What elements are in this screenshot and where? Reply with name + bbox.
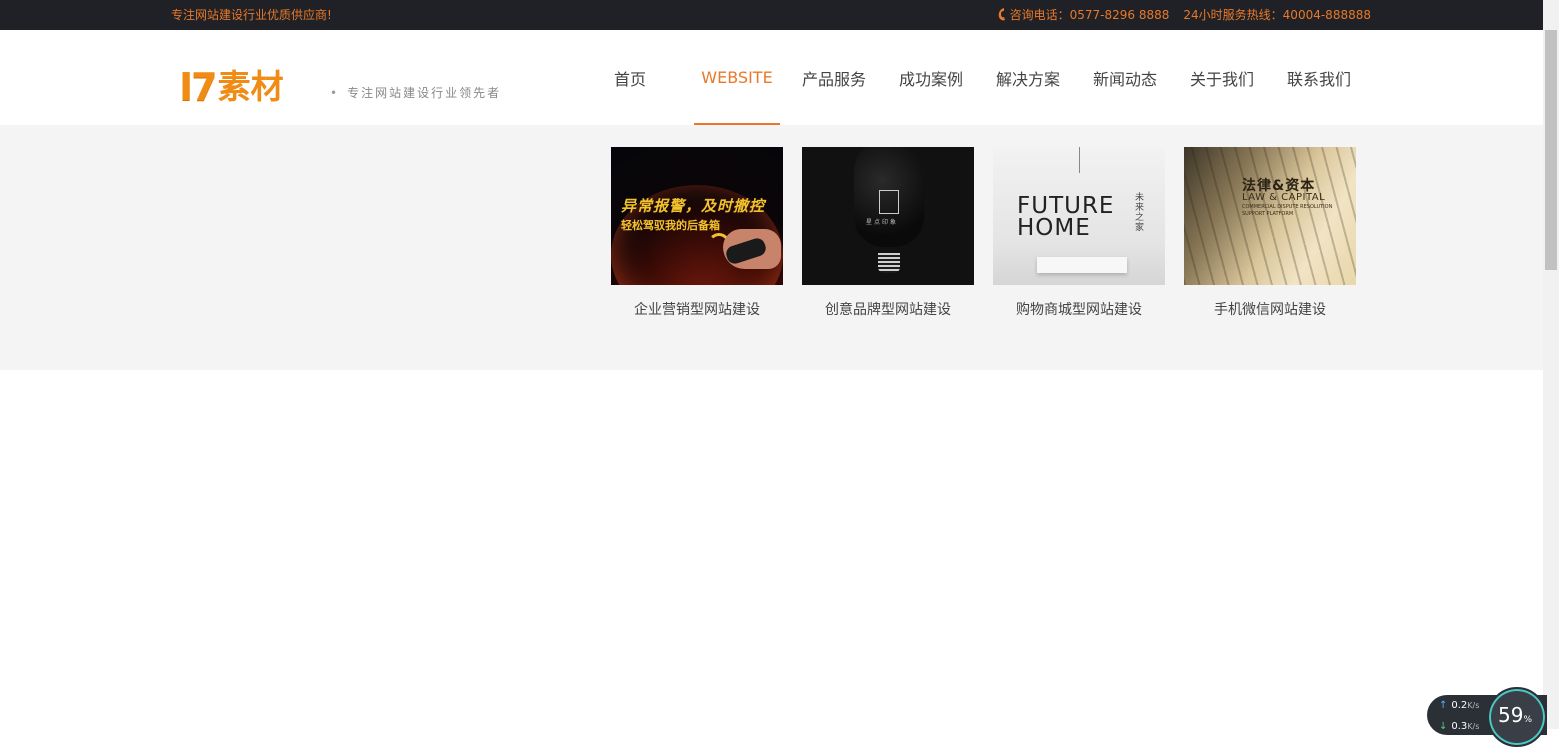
main-nav: 首页 WEBSITE 产品服务 成功案例 解决方案 新闻动态 关于我们 联系我们 (600, 30, 1362, 125)
card-brand-site[interactable]: 星点印象 创意品牌型网站建设 (802, 147, 974, 319)
top-bar: 专注网站建设行业优质供应商! 咨询电话：0577-8296 8888 24小时服务… (0, 0, 1543, 30)
nav-label: 关于我们 (1189, 69, 1254, 89)
percent-value: 59 (1498, 703, 1524, 727)
bullet-icon: • (330, 86, 340, 100)
download-value: 0.3 (1451, 721, 1468, 732)
sofa-shape (1037, 257, 1127, 273)
service-cards: 异常报警，及时撤控 轻松驾驭我的后备箱 企业营销型网站建设 星点印象 创意品牌型… (611, 147, 1356, 319)
nav-item-home[interactable]: 首页 (600, 30, 660, 125)
download-arrow-icon: ↓ (1439, 721, 1448, 732)
card-marketing-site[interactable]: 异常报警，及时撤控 轻松驾驭我的后备箱 企业营销型网站建设 (611, 147, 783, 319)
image-chinese-text: 未来之家 (1135, 193, 1145, 233)
tagline-text: 专注网站建设行业领先者 (347, 86, 502, 100)
nav-label: 解决方案 (995, 69, 1060, 89)
nav-label: 新闻动态 (1092, 69, 1157, 89)
vertical-scrollbar[interactable] (1543, 0, 1559, 729)
nav-item-about[interactable]: 关于我们 (1179, 30, 1265, 125)
upload-arrow-icon: ↑ (1439, 700, 1448, 711)
phone-label: 咨询电话：0577-8296 8888 (1009, 8, 1170, 22)
logo-mark: I7 (179, 65, 218, 109)
nav-item-cases[interactable]: 成功案例 (888, 30, 974, 125)
network-speed-widget[interactable]: ↑ 0.2K/s ↓ 0.3K/s 59% (1427, 687, 1547, 747)
card-image-shop: FUTURE HOME 未来之家 (993, 147, 1165, 285)
upload-speed: ↑ 0.2K/s (1439, 700, 1479, 712)
card-caption[interactable]: 企业营销型网站建设 (611, 299, 783, 319)
card-shop-site[interactable]: FUTURE HOME 未来之家 购物商城型网站建设 (993, 147, 1165, 319)
brand-logo-icon (879, 190, 899, 214)
image-home-text: HOME (1017, 215, 1091, 241)
card-image-mobile: 法律&资本 LAW & CAPITAL COMMERCIAL DISPUTE R… (1184, 147, 1356, 285)
contact-info: 咨询电话：0577-8296 8888 24小时服务热线：40004-888888 (998, 8, 1371, 22)
upload-unit: K/s (1467, 701, 1480, 710)
phone-icon (998, 8, 1005, 21)
card-mobile-site[interactable]: 法律&资本 LAW & CAPITAL COMMERCIAL DISPUTE R… (1184, 147, 1356, 319)
logo-word: 素材 (217, 67, 284, 106)
hotline-label: 24小时服务热线：40004-888888 (1183, 8, 1371, 22)
card-caption[interactable]: 购物商城型网站建设 (993, 299, 1165, 319)
site-logo[interactable]: I7 素材 (179, 65, 284, 107)
nav-item-news[interactable]: 新闻动态 (1082, 30, 1168, 125)
card-caption[interactable]: 手机微信网站建设 (1184, 299, 1356, 319)
nav-item-solutions[interactable]: 解决方案 (985, 30, 1071, 125)
card-image-brand: 星点印象 (802, 147, 974, 285)
scrollbar-thumb[interactable] (1545, 30, 1557, 270)
image-law-en-text: LAW & CAPITAL (1242, 192, 1326, 203)
nav-item-website[interactable]: WEBSITE (694, 30, 780, 125)
download-unit: K/s (1467, 722, 1480, 731)
card-image-marketing: 异常报警，及时撤控 轻松驾驭我的后备箱 (611, 147, 783, 285)
nav-label: 首页 (613, 69, 646, 89)
image-headline: 异常报警，及时撤控 (621, 197, 766, 215)
site-header: I7 素材 • 专注网站建设行业领先者 首页 WEBSITE 产品服务 成功案例 … (0, 30, 1543, 125)
nav-label: 联系我们 (1286, 69, 1351, 89)
header-tagline: • 专注网站建设行业领先者 (330, 84, 501, 101)
nav-label: 成功案例 (898, 69, 963, 89)
website-dropdown-panel: 异常报警，及时撤控 轻松驾驭我的后备箱 企业营销型网站建设 星点印象 创意品牌型… (0, 125, 1543, 370)
card-caption[interactable]: 创意品牌型网站建设 (802, 299, 974, 319)
nav-label: WEBSITE (701, 68, 773, 87)
lamp-cord (1079, 147, 1080, 173)
nav-item-products[interactable]: 产品服务 (791, 30, 877, 125)
image-law-sub-text: COMMERCIAL DISPUTE RESOLUTION SUPPORT PL… (1242, 204, 1333, 217)
image-subline: 轻松驾驭我的后备箱 (621, 219, 720, 232)
top-slogan: 专注网站建设行业优质供应商! (171, 8, 332, 22)
download-speed: ↓ 0.3K/s (1439, 721, 1479, 733)
nav-label: 产品服务 (801, 69, 866, 89)
bulb-base (878, 253, 900, 273)
percent-sign: % (1523, 715, 1533, 725)
image-brand-text: 星点印象 (866, 219, 899, 226)
nav-item-contact[interactable]: 联系我们 (1276, 30, 1362, 125)
usage-percent: 59% (1498, 705, 1532, 730)
upload-value: 0.2 (1451, 700, 1468, 711)
